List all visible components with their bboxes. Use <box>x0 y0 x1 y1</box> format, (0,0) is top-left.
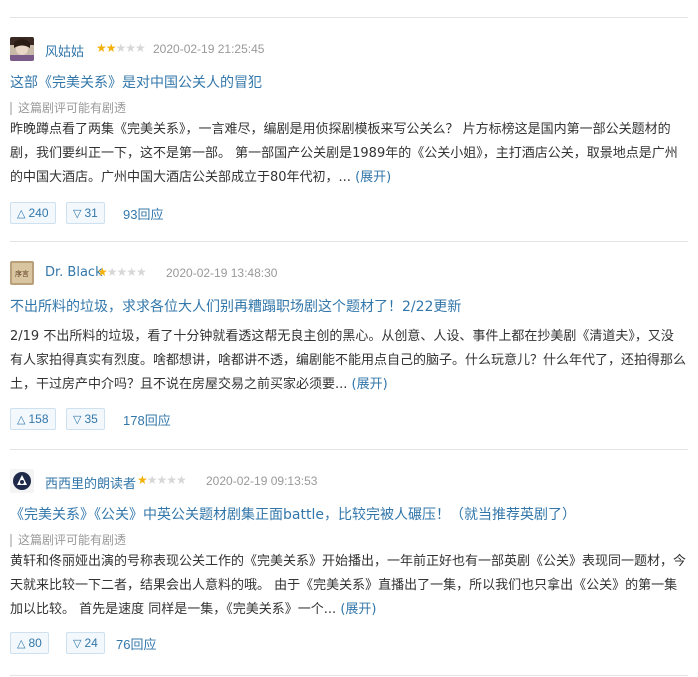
reply-link[interactable]: 93回应 <box>123 204 163 223</box>
useless-button[interactable]: ▽ 31 <box>66 202 105 224</box>
triangle-down-icon: ▽ <box>73 638 82 650</box>
author-name[interactable]: 风姑姑 <box>45 41 84 60</box>
review-title[interactable]: 《完美关系》《公关》中英公关题材剧集正面battle，比较完被人碾压！（就当推荐… <box>10 504 576 524</box>
star-icon: ★★★★ <box>106 265 147 279</box>
review-excerpt-text: 昨晚蹲点看了两集《完美关系》，一言难尽，编剧是用侦探剧模板来写公关么？ 片方标榜… <box>10 122 678 185</box>
review-time: 2020-02-19 09:13:53 <box>206 474 318 488</box>
useless-button[interactable]: ▽ 24 <box>66 632 105 654</box>
triangle-up-icon: △ <box>17 638 26 650</box>
review-time: 2020-02-19 13:48:30 <box>166 266 278 280</box>
useful-button[interactable]: △ 80 <box>10 632 49 654</box>
triangle-up-icon: △ <box>17 208 26 220</box>
star-icon: ★ <box>97 265 108 279</box>
review-header: 风姑姑 ★★★★★ 2020-02-19 21:25:45 <box>10 34 690 62</box>
triangle-down-icon: ▽ <box>73 208 82 220</box>
review-item: 风姑姑 ★★★★★ 2020-02-19 21:25:45 这部《完美关系》是对… <box>10 34 690 234</box>
svg-text:序言: 序言 <box>15 269 29 278</box>
avatar[interactable]: 序言 <box>10 261 34 285</box>
star-icon: ★★★ <box>115 41 146 55</box>
review-time: 2020-02-19 21:25:45 <box>153 42 265 56</box>
review-item: 序言 Dr. Black ★★★★★ 2020-02-19 13:48:30 不… <box>10 258 690 438</box>
useful-count: 158 <box>28 412 49 426</box>
reply-link[interactable]: 76回应 <box>116 634 156 653</box>
review-excerpt: 昨晚蹲点看了两集《完美关系》，一言难尽，编剧是用侦探剧模板来写公关么？ 片方标榜… <box>10 118 686 190</box>
review-header: 西西里的朗读者 ★★★★★ 2020-02-19 09:13:53 <box>10 466 690 494</box>
expand-link[interactable]: (展开) <box>340 602 376 617</box>
rating-stars: ★★★★★ <box>97 265 147 279</box>
useless-count: 24 <box>84 636 98 650</box>
review-excerpt: 2/19 不出所料的垃圾，看了十分钟就看透这帮无良主创的黑心。从创意、人设、事件… <box>10 325 686 397</box>
useful-count: 240 <box>28 206 49 220</box>
useless-count: 35 <box>84 412 98 426</box>
avatar[interactable] <box>10 37 34 61</box>
useful-count: 80 <box>28 636 42 650</box>
useful-button[interactable]: △ 240 <box>10 202 56 224</box>
expand-link[interactable]: (展开) <box>352 377 388 392</box>
review-header: 序言 Dr. Black ★★★★★ 2020-02-19 13:48:30 <box>10 258 690 286</box>
useless-count: 31 <box>84 206 98 220</box>
expand-link[interactable]: (展开) <box>355 170 391 185</box>
star-icon: ★★★★ <box>146 473 187 487</box>
avatar[interactable] <box>10 469 34 493</box>
divider <box>10 449 688 450</box>
spoiler-warning: 这篇剧评可能有剧透 <box>10 102 126 115</box>
review-item: 西西里的朗读者 ★★★★★ 2020-02-19 09:13:53 《完美关系》… <box>10 466 690 666</box>
triangle-up-icon: △ <box>17 414 26 426</box>
triangle-down-icon: ▽ <box>73 414 82 426</box>
spoiler-warning: 这篇剧评可能有剧透 <box>10 534 126 547</box>
review-excerpt: 黄轩和佟丽娅出演的号称表现公关工作的《完美关系》开始播出，一年前正好也有一部英剧… <box>10 550 686 622</box>
useless-button[interactable]: ▽ 35 <box>66 408 105 430</box>
review-title[interactable]: 这部《完美关系》是对中国公关人的冒犯 <box>10 72 262 92</box>
useful-button[interactable]: △ 158 <box>10 408 56 430</box>
divider <box>10 675 688 676</box>
star-icon: ★ <box>137 473 148 487</box>
review-title[interactable]: 不出所料的垃圾，求求各位大人们别再糟蹋职场剧这个题材了！2/22更新 <box>10 296 461 316</box>
author-name[interactable]: 西西里的朗读者 <box>45 473 136 492</box>
divider <box>10 241 688 242</box>
rating-stars: ★★★★★ <box>137 473 187 487</box>
divider <box>10 17 688 18</box>
author-name[interactable]: Dr. Black <box>45 265 103 280</box>
review-excerpt-text: 2/19 不出所料的垃圾，看了十分钟就看透这帮无良主创的黑心。从创意、人设、事件… <box>10 329 687 392</box>
rating-stars: ★★★★★ <box>96 41 146 55</box>
reply-link[interactable]: 178回应 <box>123 410 171 429</box>
star-icon: ★★ <box>96 41 116 55</box>
